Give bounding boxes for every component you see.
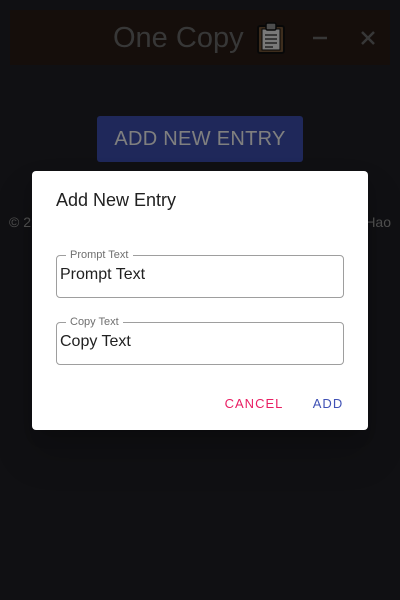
prompt-text-field[interactable]: Prompt Text Prompt Text bbox=[56, 248, 344, 298]
app-window: One Copy ADD NEW ENTRY © bbox=[0, 0, 400, 600]
add-entry-dialog: Add New Entry Prompt Text Prompt Text Co… bbox=[32, 171, 368, 430]
copy-text-field[interactable]: Copy Text Copy Text bbox=[56, 315, 344, 365]
copy-text-input[interactable]: Copy Text bbox=[60, 333, 131, 351]
prompt-text-label: Prompt Text bbox=[66, 248, 133, 262]
cancel-button[interactable]: CANCEL bbox=[220, 389, 288, 419]
prompt-text-input[interactable]: Prompt Text bbox=[60, 266, 145, 284]
dialog-title: Add New Entry bbox=[56, 190, 177, 210]
add-button[interactable]: ADD bbox=[308, 389, 348, 419]
copy-text-label: Copy Text bbox=[66, 315, 123, 329]
